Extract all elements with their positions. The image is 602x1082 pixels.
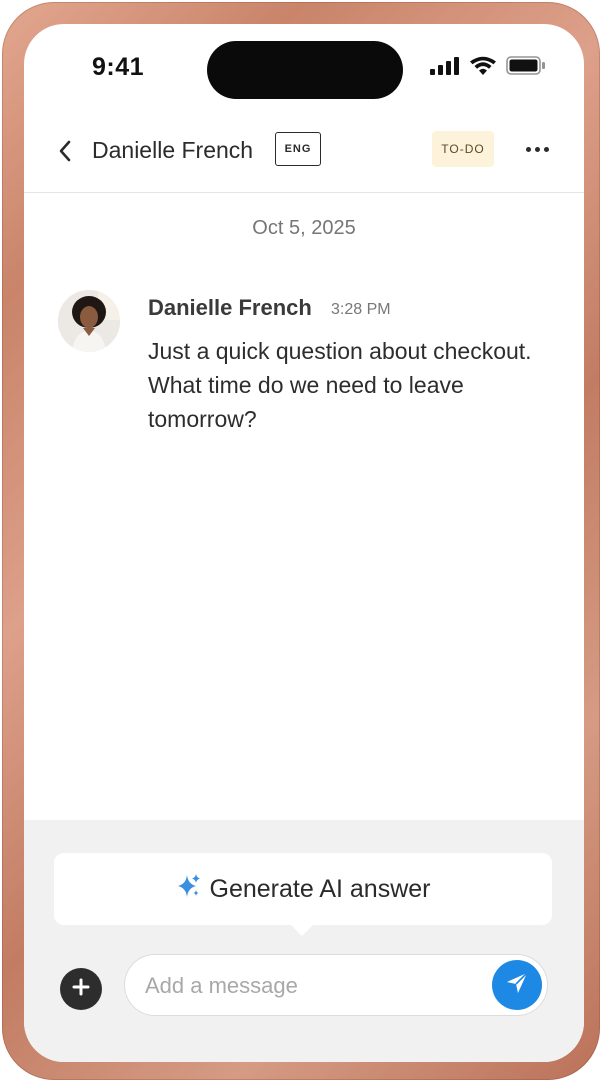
- status-badge[interactable]: TO-DO: [432, 131, 494, 167]
- dynamic-island: [207, 41, 403, 99]
- composer-area: Generate AI answer: [24, 820, 584, 1062]
- date-divider: Oct 5, 2025: [252, 217, 356, 239]
- more-dot: [534, 146, 540, 152]
- message-text: Just a quick question about checkout. Wh…: [148, 338, 532, 432]
- send-button[interactable]: [492, 960, 542, 1010]
- status-time: 9:41: [92, 53, 145, 81]
- back-button[interactable]: [50, 138, 80, 168]
- chevron-left-icon: [58, 139, 72, 168]
- more-dot: [543, 146, 549, 152]
- message-sender: Danielle French: [148, 295, 312, 320]
- sparkle-icon: [176, 873, 202, 906]
- wifi-icon: [470, 56, 496, 75]
- add-attachment-button[interactable]: [60, 968, 102, 1010]
- plus-icon: [71, 977, 91, 1002]
- status-icons: [430, 56, 546, 75]
- more-options-button[interactable]: [520, 134, 554, 164]
- phone-screen: 9:41 Danielle French ENG TO-DO Oct 5, 20…: [24, 24, 584, 1062]
- message-input-container: [124, 954, 548, 1016]
- status-bar: 9:41: [24, 24, 584, 116]
- message-input[interactable]: [143, 955, 477, 1016]
- avatar[interactable]: [58, 290, 120, 352]
- generate-ai-answer-label: Generate AI answer: [209, 874, 431, 903]
- send-icon: [504, 970, 530, 1001]
- chat-header: Danielle French ENG TO-DO: [24, 124, 584, 193]
- ai-button-pointer: [290, 924, 314, 936]
- more-dot: [525, 146, 531, 152]
- language-badge[interactable]: ENG: [275, 132, 321, 166]
- cellular-signal-icon: [430, 56, 460, 75]
- device-frame: 9:41 Danielle French ENG TO-DO Oct 5, 20…: [2, 2, 600, 1080]
- message-timestamp: 3:28 PM: [331, 301, 391, 318]
- contact-name[interactable]: Danielle French: [92, 137, 253, 164]
- generate-ai-answer-button[interactable]: Generate AI answer: [54, 853, 552, 925]
- battery-icon: [506, 56, 546, 75]
